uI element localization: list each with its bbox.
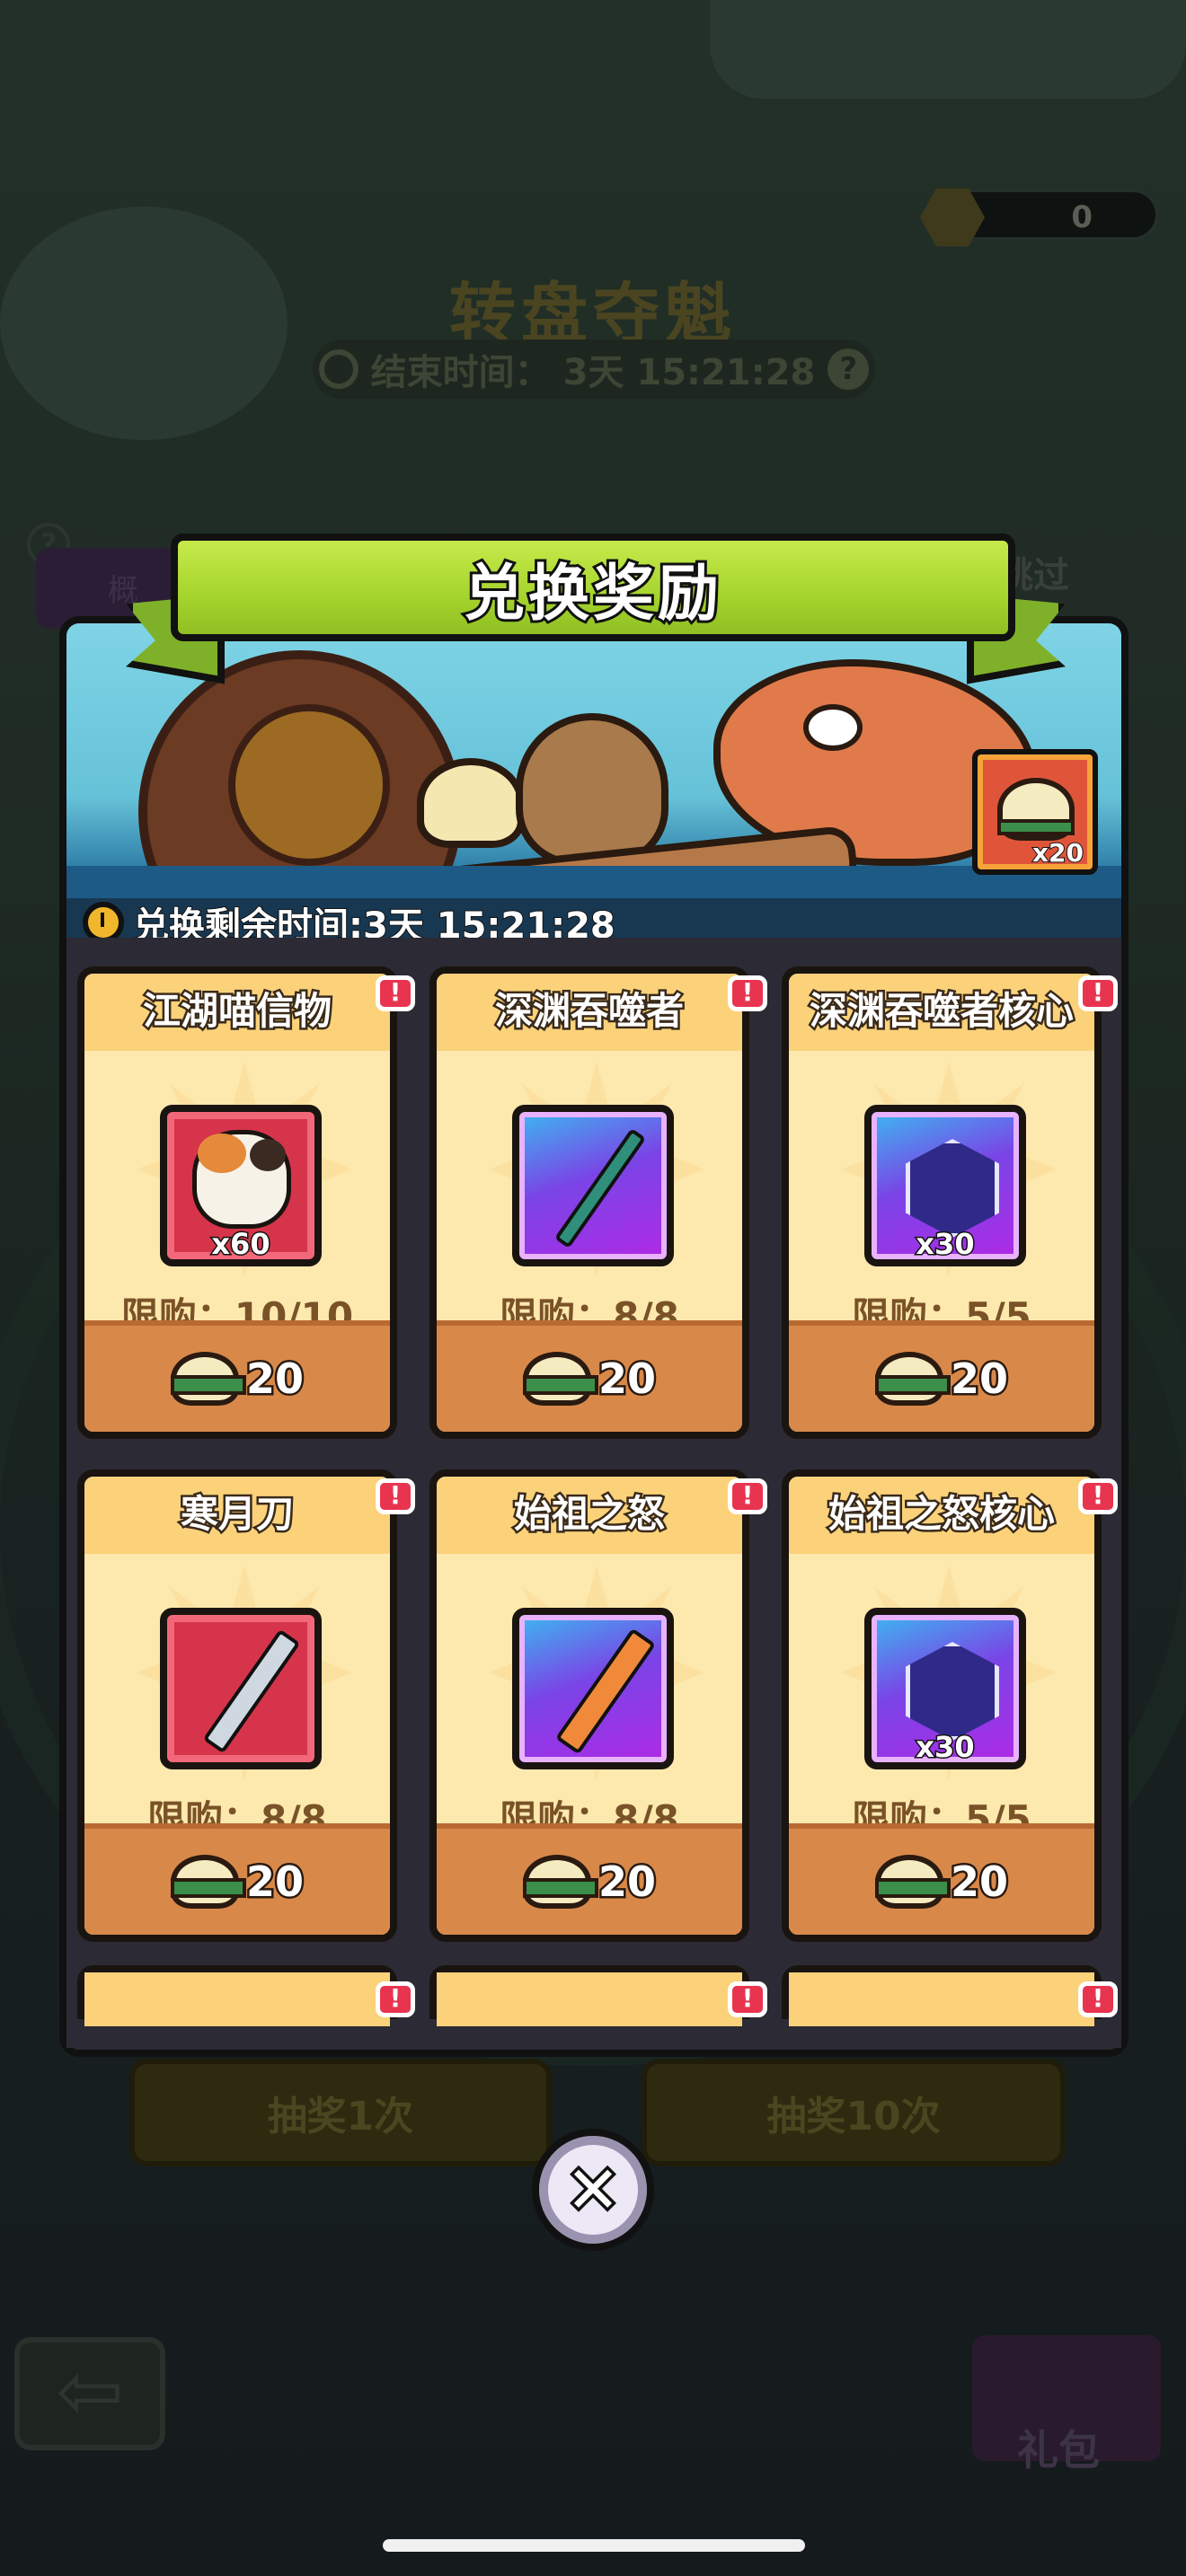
price-button[interactable]: 20 <box>437 1320 742 1432</box>
price-value: 20 <box>596 1856 658 1909</box>
back-arrow-icon: ⇦ <box>14 2337 165 2450</box>
exchange-card[interactable]: 始祖之怒核心 x30 限购：5/5 20 <box>782 1469 1102 1942</box>
price-button[interactable]: 20 <box>84 1320 390 1432</box>
banner-reward-item[interactable]: x20 <box>972 749 1098 875</box>
flame-core-gem-icon <box>906 1642 999 1741</box>
dragon-eye-illustration <box>803 704 863 751</box>
exchange-modal: x20 兑换剩余时间:3天 15:21:28 江湖喵信物 x60 限购：10/1… <box>59 616 1128 2057</box>
help-icon: ? <box>828 348 870 390</box>
zongzi-band <box>997 819 1075 835</box>
exchange-card-partial[interactable] <box>77 1965 397 2026</box>
item-name: 始祖之怒 <box>437 1477 742 1554</box>
zongzi-currency-icon <box>170 1855 246 1909</box>
gift-pack-label: 礼包 <box>1017 2426 1100 2475</box>
exchange-card[interactable]: 江湖喵信物 x60 限购：10/10 20 <box>77 966 397 1439</box>
exchange-card[interactable]: 始祖之怒 限购：8/8 20 <box>429 1469 749 1942</box>
alert-badge: ! <box>376 1478 415 1514</box>
green-sword-icon <box>553 1127 647 1249</box>
price-value: 20 <box>948 1353 1010 1406</box>
draw-once-button: 抽奖1次 <box>129 2059 552 2166</box>
price-button[interactable]: 20 <box>789 1823 1094 1935</box>
event-timer: 结束时间： 3天 15:21:28 ? <box>313 340 875 399</box>
exchange-card[interactable]: 寒月刀 限购：8/8 20 <box>77 1469 397 1942</box>
currency-value: 0 <box>1071 199 1093 235</box>
item-frame <box>512 1608 674 1769</box>
currency-icon <box>920 188 985 247</box>
price-value: 20 <box>596 1353 658 1406</box>
item-frame <box>160 1608 322 1769</box>
item-count: x30 <box>915 1226 976 1261</box>
flame-sword-icon <box>554 1628 657 1755</box>
alert-badge: ! <box>376 975 415 1011</box>
cat-patch <box>250 1139 286 1171</box>
zongzi-illustration <box>417 758 525 848</box>
event-timer-label: 结束时间： <box>370 352 551 393</box>
item-frame <box>512 1105 674 1266</box>
item-frame: x30 <box>864 1105 1026 1266</box>
banner-reward-count: x20 <box>1031 837 1084 869</box>
exchange-card-partial[interactable] <box>782 1965 1102 2026</box>
alert-badge: ! <box>1078 1478 1118 1514</box>
background-cloud <box>710 0 1186 99</box>
alert-badge: ! <box>1078 975 1118 1011</box>
exchange-card-partial[interactable] <box>429 1965 749 2026</box>
price-value: 20 <box>948 1856 1010 1909</box>
item-name: 始祖之怒核心 <box>789 1477 1094 1554</box>
modal-title: 兑换奖励 <box>461 556 722 632</box>
modal-title-ribbon: 兑换奖励 <box>171 534 1015 641</box>
capybara-illustration <box>516 713 668 866</box>
card-title-bar <box>437 1972 742 2026</box>
alert-badge: ! <box>728 1981 767 2017</box>
price-button[interactable]: 20 <box>437 1823 742 1935</box>
wheel-hub-illustration <box>228 704 390 866</box>
zongzi-currency-icon <box>874 1855 951 1909</box>
home-indicator[interactable] <box>383 2539 805 2552</box>
item-name: 深渊吞噬者核心 <box>789 974 1094 1051</box>
gift-pack-button: 礼包 <box>972 2308 1161 2475</box>
event-timer-value: 3天 15:21:28 <box>562 352 816 393</box>
item-frame: x30 <box>864 1608 1026 1769</box>
curved-blade-icon <box>202 1628 301 1754</box>
cat-patch <box>198 1134 246 1173</box>
card-title-bar <box>84 1972 390 2026</box>
close-button[interactable]: ✕ <box>532 2129 654 2251</box>
clock-icon <box>318 349 358 389</box>
price-button[interactable]: 20 <box>84 1823 390 1935</box>
zongzi-currency-icon <box>874 1352 951 1406</box>
item-name: 寒月刀 <box>84 1477 390 1554</box>
exchange-card[interactable]: 深渊吞噬者核心 x30 限购：5/5 20 <box>782 966 1102 1439</box>
stopwatch-icon <box>83 902 124 938</box>
item-name: 深渊吞噬者 <box>437 974 742 1051</box>
zongzi-currency-icon <box>522 1855 598 1909</box>
price-button[interactable]: 20 <box>789 1320 1094 1432</box>
item-frame: x60 <box>160 1105 322 1266</box>
item-count: x30 <box>915 1729 976 1764</box>
item-name: 江湖喵信物 <box>84 974 390 1051</box>
alert-badge: ! <box>376 1981 415 2017</box>
exchange-card[interactable]: 深渊吞噬者 限购：8/8 20 <box>429 966 749 1439</box>
close-icon: ✕ <box>562 2152 623 2228</box>
item-count: x60 <box>210 1226 271 1261</box>
price-value: 20 <box>243 1856 305 1909</box>
exchange-timer-text: 兑换剩余时间:3天 15:21:28 <box>132 904 616 938</box>
alert-badge: ! <box>728 975 767 1011</box>
card-title-bar <box>789 1972 1094 2026</box>
alert-badge: ! <box>728 1478 767 1514</box>
price-value: 20 <box>243 1353 305 1406</box>
event-banner: x20 兑换剩余时间:3天 15:21:28 <box>66 623 1121 938</box>
draw-ten-button: 抽奖10次 <box>642 2059 1066 2166</box>
zongzi-currency-icon <box>522 1352 598 1406</box>
currency-counter: 0 <box>920 188 1159 247</box>
sword-core-gem-icon <box>906 1139 999 1238</box>
zongzi-currency-icon <box>170 1352 246 1406</box>
exchange-item-grid[interactable]: 江湖喵信物 x60 限购：10/10 20 深渊吞噬者 限购：8/8 20 深渊… <box>66 952 1121 2048</box>
exchange-timer: 兑换剩余时间:3天 15:21:28 <box>66 898 1121 938</box>
alert-badge: ! <box>1078 1981 1118 2017</box>
